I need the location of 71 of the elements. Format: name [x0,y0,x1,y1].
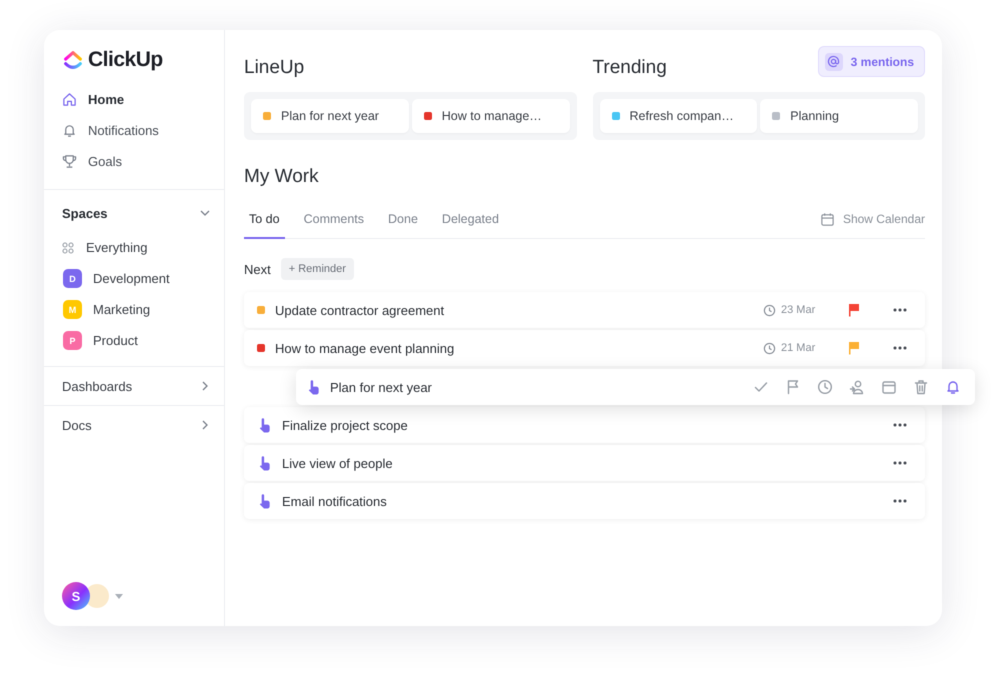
flag-icon[interactable] [785,379,801,395]
space-item[interactable]: P Product [44,325,224,356]
clock-icon[interactable] [817,379,833,395]
nav-item[interactable]: Home [44,84,224,115]
section-title: My Work [244,167,320,186]
bell-icon [62,123,77,138]
more-icon[interactable] [893,423,907,427]
tab[interactable]: To do [244,200,285,238]
task-title: Live view of people [282,456,394,470]
due-date: 21 Mar [763,342,837,354]
space-item[interactable]: M Marketing [44,294,224,325]
more-icon[interactable] [893,461,907,465]
task-title: How to manage event planning [275,340,456,356]
caret-icon[interactable] [115,594,123,598]
task-title: Email notifications [282,494,388,508]
task-title: Finalize project scope [282,418,409,432]
logo-icon [62,49,84,71]
sidebar-section[interactable]: Docs [44,405,224,444]
tab[interactable]: Comments [298,200,370,238]
more-icon[interactable] [893,308,907,312]
home-icon [62,92,77,107]
spaces-header[interactable]: Spaces [44,198,224,228]
section-title: LineUp [244,56,306,80]
hand-icon [257,456,272,470]
hand-icon [257,418,272,432]
tab[interactable]: Delegated [436,200,504,238]
task-chip[interactable]: How to manage… [412,99,570,133]
task-chip[interactable]: Refresh compan… [600,99,758,133]
flag-icon[interactable] [847,303,861,317]
logo-text: ClickUp [88,48,163,72]
due-date: 23 Mar [763,304,837,316]
task-row[interactable]: Finalize project scope [244,407,925,443]
task-row[interactable]: Live view of people [244,445,925,481]
clock-icon [763,342,776,354]
task-chip[interactable]: Plan for next year [251,99,409,133]
grid-icon [62,242,74,254]
tab[interactable]: Done [383,200,423,238]
trophy-icon [62,154,77,169]
flag-icon[interactable] [847,341,861,355]
more-icon[interactable] [893,346,907,350]
at-icon [827,55,840,68]
task-row[interactable]: Update contractor agreement 23 Mar [244,292,925,328]
space-avatar: P [63,331,82,350]
task-title: Plan for next year [330,380,433,394]
dragged-task-card[interactable]: Plan for next year [296,369,975,405]
task-row[interactable]: How to manage event planning 21 Mar [244,330,925,366]
mentions-button[interactable]: 3 mentions [818,46,925,77]
space-avatar: M [63,300,82,319]
reminder-button[interactable]: + Reminder [280,258,354,280]
trash-icon[interactable] [913,379,929,395]
bell-icon[interactable] [945,379,961,395]
task-chip[interactable]: Planning [760,99,918,133]
user-avatar[interactable]: S [62,582,90,610]
task-row[interactable]: Email notifications [244,483,925,519]
nav-item[interactable]: Goals [44,146,224,177]
mentions-label: 3 mentions [850,54,914,68]
task-title: Update contractor agreement [275,302,446,318]
space-item[interactable]: D Development [44,263,224,294]
calendar-icon[interactable] [881,379,897,395]
sidebar-section[interactable]: Dashboards [44,366,224,405]
hand-icon [306,380,321,394]
more-icon[interactable] [893,499,907,503]
space-avatar: D [63,269,82,288]
nav-item[interactable]: Notifications [44,115,224,146]
calendar-icon [820,212,835,226]
space-item[interactable]: Everything [44,232,224,263]
clock-icon [763,304,776,316]
hand-icon [257,494,272,508]
group-label: Next [244,262,271,276]
section-title: Trending [592,56,667,80]
assign-icon[interactable] [849,379,865,395]
